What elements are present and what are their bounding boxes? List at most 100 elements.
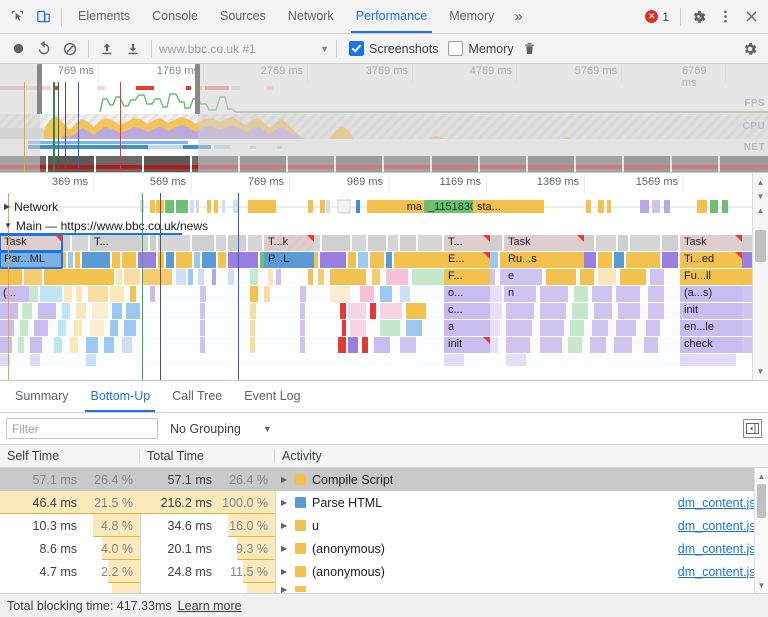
column-activity[interactable]: Activity <box>275 449 768 463</box>
tab-bottom-up[interactable]: Bottom-Up <box>79 381 161 412</box>
overview-window-handle-right[interactable] <box>195 64 200 114</box>
table-scrollbar-thumb[interactable] <box>757 484 766 518</box>
flame-event-init-right[interactable]: init <box>680 303 742 319</box>
scroll-up-icon[interactable]: ▲ <box>753 175 768 189</box>
flame-event-parse-html[interactable]: Par...ML <box>0 252 62 268</box>
column-self-time[interactable]: Self Time <box>0 449 140 463</box>
flame-event-init[interactable]: init <box>444 337 490 353</box>
flame-event-enable[interactable]: en...le <box>680 320 742 336</box>
flame-event-check[interactable]: check <box>680 337 742 353</box>
table-row[interactable]: 4.7 ms 2.2 % 24.8 ms 11.5 % ▶ (anonymous… <box>0 560 768 583</box>
marker-onload <box>78 82 79 172</box>
flame-tick-6: 1569 ms <box>636 176 683 188</box>
record-circle-icon[interactable] <box>5 36 31 62</box>
tab-sources[interactable]: Sources <box>209 0 277 33</box>
flame-event-anon-left[interactable]: (... <box>0 286 29 302</box>
error-badge[interactable]: ✕ 1 <box>639 10 675 24</box>
table-row[interactable]: 46.4 ms 21.5 % 216.2 ms 100.0 % ▶ Parse … <box>0 491 768 514</box>
table-scrollbar[interactable]: ▲ ▼ <box>754 468 768 593</box>
inspect-element-icon[interactable] <box>4 4 30 30</box>
tab-network[interactable]: Network <box>277 0 345 33</box>
overview-dim-right <box>198 64 768 172</box>
overview-window-handle-left[interactable] <box>37 64 42 114</box>
more-tabs-icon[interactable]: » <box>505 4 531 30</box>
network-request-main[interactable]: ma <box>367 200 425 213</box>
flame-event-runs[interactable]: Ru...s <box>504 252 584 268</box>
capture-settings-gear-icon[interactable] <box>737 36 763 62</box>
timeline-overview[interactable]: 769 ms 1769 ms 2769 ms 3769 ms 4769 ms 5… <box>0 64 768 173</box>
main-track-rows[interactable]: Task T... T...k T... Task Task Par...ML <box>0 235 768 380</box>
gear-icon[interactable] <box>686 4 712 30</box>
bottom-up-table[interactable]: 57.1 ms 26.4 % 57.1 ms 26.4 % ▶ Compile … <box>0 468 768 593</box>
flame-event-anon-right[interactable]: (a...s) <box>680 286 742 302</box>
grouping-select[interactable]: No Grouping ▼ <box>166 422 276 436</box>
flame-event-o[interactable]: o... <box>444 286 490 302</box>
total-time-percent: 9.3 % <box>212 542 275 556</box>
flame-event-c[interactable]: c... <box>444 303 490 319</box>
network-track-header[interactable]: ▶ Network <box>0 198 58 215</box>
screenshots-checkbox[interactable]: Screenshots <box>346 41 441 56</box>
screenshots-label: Screenshots <box>369 42 438 56</box>
expand-triangle-icon: ▶ <box>4 202 10 211</box>
flame-event-e[interactable]: e <box>504 269 530 285</box>
tab-call-tree[interactable]: Call Tree <box>161 381 233 412</box>
table-row[interactable]: ▶ <box>0 583 768 593</box>
reload-and-record-icon[interactable] <box>31 36 57 62</box>
more-options-icon[interactable] <box>712 4 738 30</box>
save-profile-icon[interactable] <box>120 36 146 62</box>
clear-recording-icon[interactable] <box>57 36 83 62</box>
load-profile-icon[interactable] <box>94 36 120 62</box>
tab-memory[interactable]: Memory <box>438 0 505 33</box>
flame-event-evaluate[interactable]: E... <box>444 252 490 268</box>
expand-triangle-icon[interactable]: ▶ <box>281 544 289 553</box>
table-row[interactable]: 10.3 ms 4.8 % 34.6 ms 16.0 % ▶ u dm_cont… <box>0 514 768 537</box>
tab-summary[interactable]: Summary <box>4 381 79 412</box>
network-request-static[interactable]: sta... <box>473 200 541 213</box>
flame-event-function-call[interactable]: Fu...ll <box>680 269 742 285</box>
flame-event-task-2[interactable]: T...k <box>264 235 314 251</box>
flame-event-f[interactable]: F... <box>444 269 490 285</box>
learn-more-link[interactable]: Learn more <box>178 599 242 613</box>
close-icon[interactable] <box>738 4 764 30</box>
total-time-cell: 34.6 ms 16.0 % <box>140 514 275 537</box>
scroll-down-icon[interactable]: ▼ <box>753 189 768 203</box>
expand-triangle-icon[interactable]: ▶ <box>281 585 289 594</box>
tab-elements[interactable]: Elements <box>67 0 141 33</box>
flame-event-timer[interactable]: Ti...ed <box>680 252 742 268</box>
memory-checkbox[interactable]: Memory <box>445 41 516 56</box>
tab-event-log[interactable]: Event Log <box>233 381 311 412</box>
scroll-down-icon-2[interactable]: ▼ <box>753 364 768 378</box>
expand-triangle-icon[interactable]: ▶ <box>281 498 289 507</box>
show-sidebar-icon[interactable] <box>743 419 762 438</box>
flame-event-n[interactable]: n <box>504 286 530 302</box>
flame-event-task-4[interactable]: Task <box>504 235 584 251</box>
flame-event-task-1[interactable]: T... <box>90 235 140 251</box>
table-row[interactable]: 8.6 ms 4.0 % 20.1 ms 9.3 % ▶ (anonymous)… <box>0 537 768 560</box>
flame-scrollbar[interactable]: ▲ ▼ ▲ ▼ <box>752 173 768 380</box>
expand-triangle-icon[interactable]: ▶ <box>281 521 289 530</box>
flame-chart[interactable]: 369 ms 569 ms 769 ms 969 ms 1169 ms 1369… <box>0 173 768 381</box>
device-toolbar-icon[interactable] <box>30 4 56 30</box>
main-track-header[interactable]: ▼ Main — https://www.bbc.co.uk/news <box>0 217 208 234</box>
trash-icon[interactable] <box>517 36 543 62</box>
scroll-up-icon[interactable]: ▲ <box>755 469 768 483</box>
column-total-time[interactable]: Total Time <box>140 449 275 463</box>
expand-triangle-icon[interactable]: ▶ <box>281 567 289 576</box>
expand-triangle-icon[interactable]: ▶ <box>281 475 289 484</box>
flame-event-task-0[interactable]: Task <box>0 235 62 251</box>
flame-event-parse-html-2[interactable]: P...L <box>264 252 314 268</box>
tab-console[interactable]: Console <box>141 0 209 33</box>
filter-input[interactable] <box>6 418 158 439</box>
performance-toolbar: www.bbc.co.uk #1 ▼ Screenshots Memory <box>0 34 768 64</box>
flame-event-task-5[interactable]: Task <box>680 235 742 251</box>
tab-performance[interactable]: Performance <box>345 0 439 33</box>
flame-event-a[interactable]: a <box>444 320 490 336</box>
flame-scrollbar-thumb[interactable] <box>755 230 766 262</box>
recording-selector[interactable]: www.bbc.co.uk #1 ▼ <box>157 39 331 59</box>
scroll-up-icon-2[interactable]: ▲ <box>753 203 768 217</box>
scroll-down-icon[interactable]: ▼ <box>755 578 768 592</box>
table-row[interactable]: 57.1 ms 26.4 % 57.1 ms 26.4 % ▶ Compile … <box>0 468 768 491</box>
flame-label-anon-left: (... <box>3 287 16 299</box>
flame-event-task-3[interactable]: T... <box>444 235 490 251</box>
flame-label-anon-right: (a...s) <box>684 287 712 299</box>
